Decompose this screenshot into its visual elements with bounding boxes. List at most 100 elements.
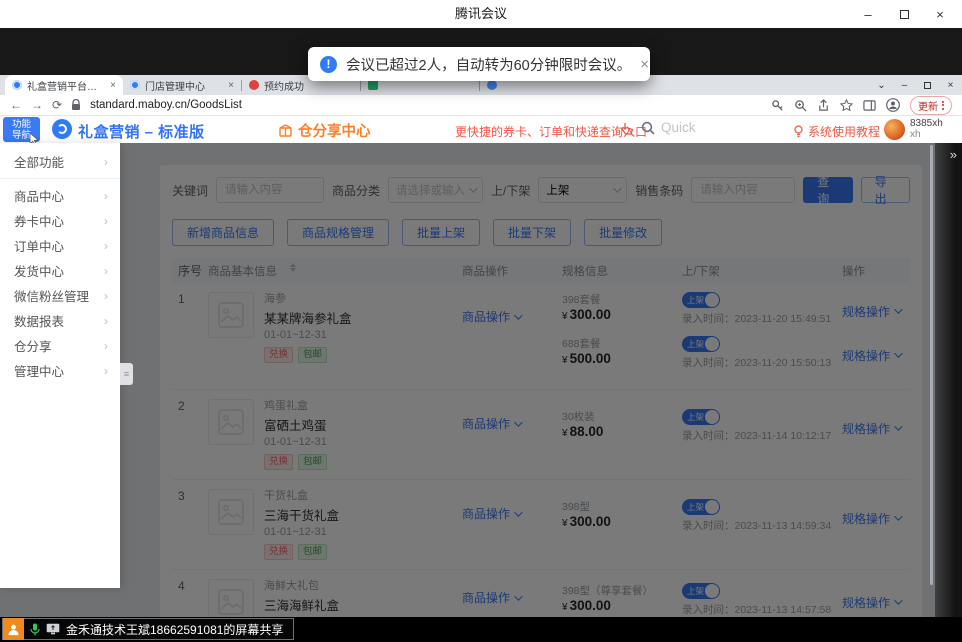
sidebar-item-admin-center[interactable]: 管理中心›: [0, 358, 120, 383]
spec-label: 398套餐: [562, 292, 682, 307]
spec-price: 500.00: [570, 351, 611, 366]
row-index: 4: [172, 579, 208, 593]
spec-action-dropdown[interactable]: 规格操作: [842, 594, 900, 611]
bulk-off-shelf-button[interactable]: 批量下架: [493, 219, 571, 246]
promo-link[interactable]: 更快捷的券卡、订单和快递查询入口: [455, 123, 647, 140]
sidebar-item-card-center[interactable]: 券卡中心›: [0, 208, 120, 233]
bulk-toolbar: 新增商品信息 商品规格管理 批量上架 批量下架 批量修改: [172, 219, 910, 246]
app-header: 功能 导航 礼盒营销 – 标准版 仓分享中心 更快捷的券卡、订单和快递查询入口 …: [0, 116, 962, 143]
zoom-icon[interactable]: [794, 99, 807, 112]
window-maximize-button[interactable]: [886, 0, 922, 28]
share-indicator: 金禾通技术王斌18662591081的屏幕共享: [2, 618, 294, 640]
reload-icon[interactable]: ⟳: [52, 99, 62, 111]
header-index: 序号: [172, 262, 208, 279]
product-dates: 01-01~12-31: [264, 328, 352, 343]
brand-logo-icon: [52, 119, 72, 139]
spec-action-dropdown[interactable]: 规格操作: [842, 347, 900, 364]
category-select[interactable]: 请选择或输入: [388, 177, 483, 203]
sidebar-item-order-center[interactable]: 订单中心›: [0, 233, 120, 258]
sidebar-drag-handle[interactable]: ≡: [120, 363, 133, 385]
expand-panel-icon[interactable]: »: [950, 147, 957, 162]
browser-close-button[interactable]: ×: [939, 75, 962, 95]
window-close-button[interactable]: ×: [922, 0, 958, 28]
sort-icon[interactable]: [290, 263, 296, 279]
tutorial-label: 系统使用教程: [808, 123, 880, 140]
profile-icon[interactable]: [886, 98, 900, 112]
add-goods-button[interactable]: 新增商品信息: [172, 219, 274, 246]
on-shelf-toggle[interactable]: 上架: [682, 292, 720, 308]
product-category: 鸡蛋礼盒: [264, 399, 327, 414]
bulk-on-shelf-button[interactable]: 批量上架: [402, 219, 480, 246]
sidebar-item-shipping-center[interactable]: 发货中心›: [0, 258, 120, 283]
update-button[interactable]: 更新: [910, 96, 952, 115]
key-icon[interactable]: [771, 99, 784, 112]
meeting-title: 腾讯会议: [0, 0, 962, 28]
entry-time: 2023-11-13 14:57:58: [735, 604, 832, 616]
window-minimize-button[interactable]: –: [850, 0, 886, 28]
sidebar-item-goods-center[interactable]: 商品中心›: [0, 183, 120, 208]
toast-close-icon[interactable]: ×: [640, 56, 649, 73]
keyword-input[interactable]: [216, 177, 324, 203]
chevron-down-icon: [514, 592, 522, 600]
on-shelf-toggle[interactable]: 上架: [682, 409, 720, 425]
spec-action-dropdown[interactable]: 规格操作: [842, 420, 900, 437]
search-button[interactable]: 查询: [803, 177, 852, 203]
toast-text: 会议已超过2人，自动转为60分钟限时会议。: [346, 54, 631, 75]
export-button[interactable]: 导出: [861, 177, 910, 203]
sidebar-item-label: 仓分享: [14, 336, 52, 355]
chevron-down-icon: [894, 596, 902, 604]
goods-action-dropdown[interactable]: 商品操作: [462, 415, 520, 432]
barcode-input[interactable]: [691, 177, 795, 203]
goods-action-dropdown[interactable]: 商品操作: [462, 505, 520, 522]
chevron-down-icon: [613, 184, 621, 192]
browser-tab-store[interactable]: 门店管理中心 ×: [123, 75, 241, 95]
product-category: 干货礼盒: [264, 489, 339, 504]
product-name: 富硒土鸡蛋: [264, 415, 327, 434]
tab-close-icon[interactable]: ×: [228, 80, 234, 91]
quick-search[interactable]: Quick: [641, 120, 696, 135]
search-icon: [641, 121, 655, 135]
quick-label: Quick: [661, 120, 696, 135]
forward-icon[interactable]: →: [31, 99, 43, 111]
back-icon[interactable]: ←: [10, 99, 22, 111]
share-text: 金禾通技术王斌18662591081的屏幕共享: [66, 621, 283, 638]
side-panel-icon[interactable]: [863, 99, 876, 112]
share-center-link[interactable]: 仓分享中心: [278, 120, 371, 141]
status-select[interactable]: 上架: [538, 177, 627, 203]
spec-manage-button[interactable]: 商品规格管理: [287, 219, 389, 246]
goods-list-card: 关键词 商品分类 请选择或输入 上/下架 上架 销售条码: [160, 165, 922, 642]
spec-action-dropdown[interactable]: 规格操作: [842, 510, 900, 527]
browser-tab-goods[interactable]: 礼盒营销平台管理中心 ×: [5, 75, 123, 95]
update-label: 更新: [918, 98, 938, 113]
sidebar-item-warehouse-share[interactable]: 仓分享›: [0, 333, 120, 358]
on-shelf-toggle[interactable]: 上架: [682, 583, 720, 599]
bulk-edit-button[interactable]: 批量修改: [584, 219, 662, 246]
sidebar-item-label: 发货中心: [14, 261, 64, 280]
spec-label: 398型: [562, 499, 682, 514]
spec-action-dropdown[interactable]: 规格操作: [842, 303, 900, 320]
toggle-knob-icon: [705, 584, 719, 598]
product-image: [208, 399, 254, 445]
sidebar-item-all-functions[interactable]: 全部功能›: [0, 149, 120, 174]
tab-close-icon[interactable]: ×: [110, 80, 116, 91]
browser-minimize-button[interactable]: –: [893, 75, 916, 95]
lock-icon: [71, 99, 81, 111]
on-shelf-toggle[interactable]: 上架: [682, 499, 720, 515]
browser-restore-button[interactable]: [916, 75, 939, 95]
category-label: 商品分类: [332, 182, 380, 199]
goods-action-dropdown[interactable]: 商品操作: [462, 589, 520, 606]
user-account[interactable]: 8385xh xh: [884, 118, 943, 140]
share-icon[interactable]: [817, 99, 830, 112]
on-shelf-toggle[interactable]: 上架: [682, 336, 720, 352]
browser-menu-dots-icon[interactable]: [942, 101, 944, 110]
scrollbar[interactable]: [930, 145, 933, 585]
bookmark-star-icon[interactable]: [840, 99, 853, 112]
goods-action-dropdown[interactable]: 商品操作: [462, 308, 520, 325]
browser-tabsearch-chevron-icon[interactable]: ⌄: [870, 75, 893, 95]
chevron-down-icon: [894, 349, 902, 357]
sidebar-item-wechat-fans[interactable]: 微信粉丝管理›: [0, 283, 120, 308]
sidebar-item-reports[interactable]: 数据报表›: [0, 308, 120, 333]
restore-icon: [924, 82, 931, 89]
tutorial-link[interactable]: 系统使用教程: [793, 123, 880, 140]
url-field[interactable]: standard.maboy.cn/GoodsList: [90, 99, 242, 111]
